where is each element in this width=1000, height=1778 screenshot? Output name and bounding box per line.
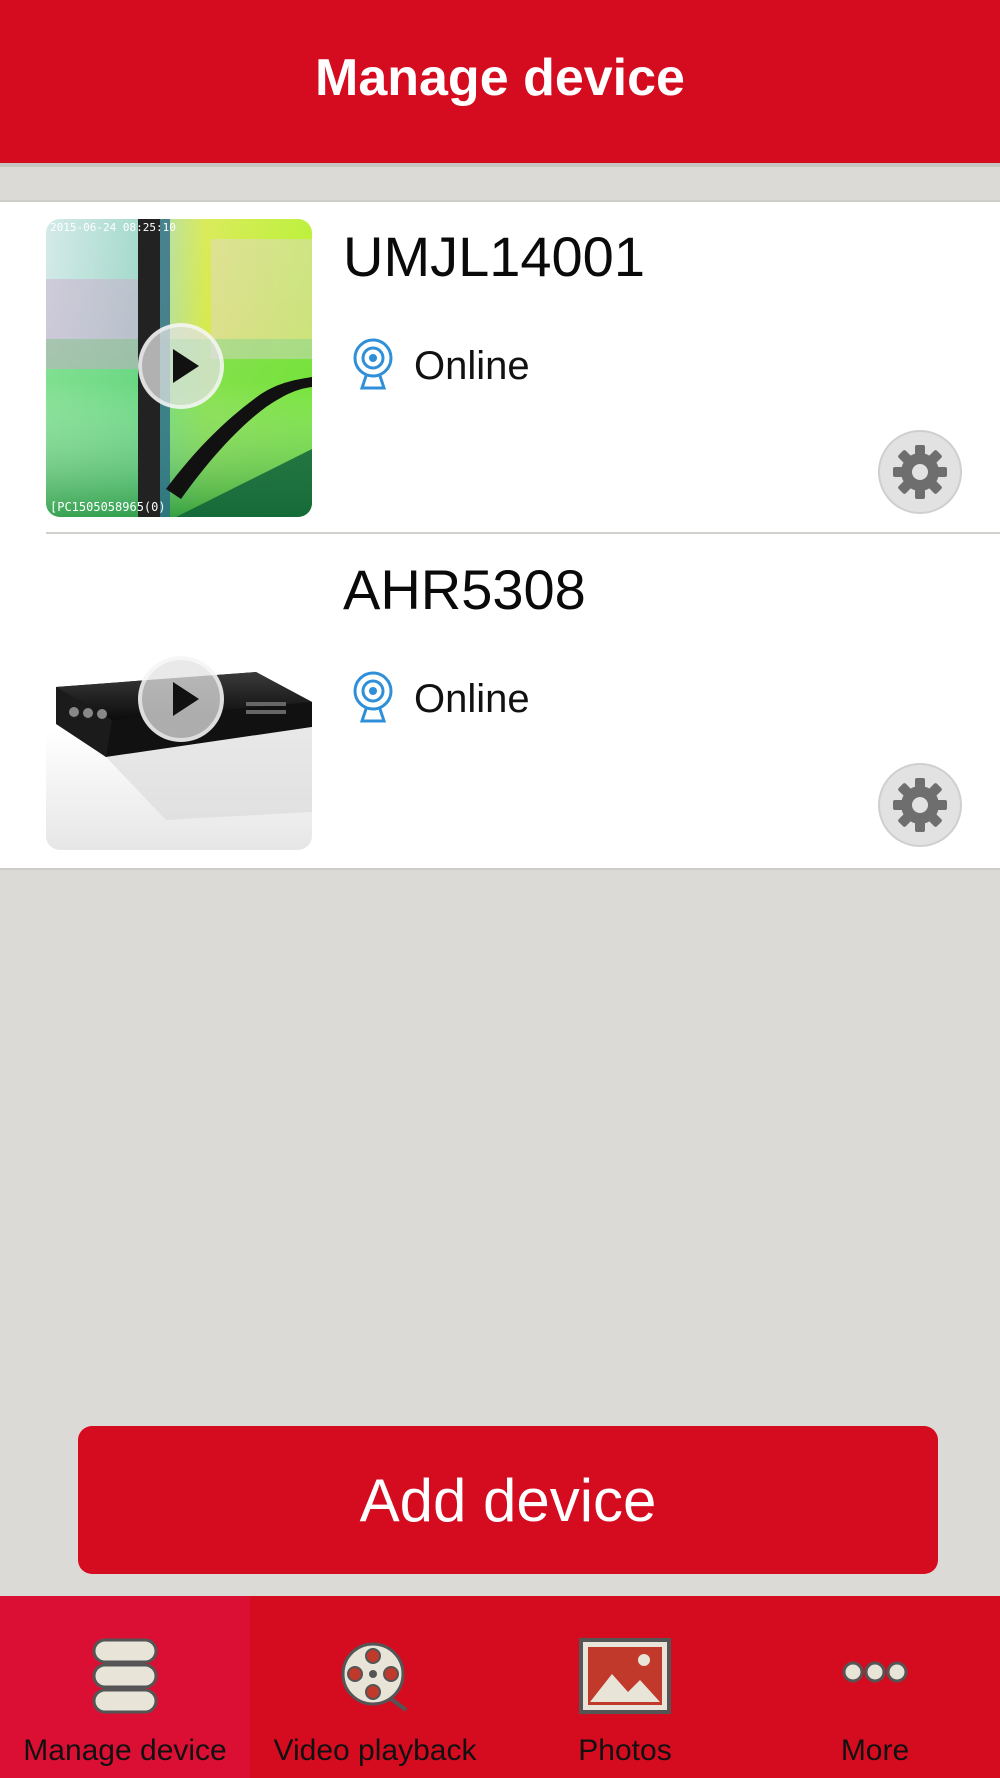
device-row[interactable]: AHR5308 Online [0, 535, 1000, 868]
webcam-icon [353, 338, 393, 390]
webcam-icon [353, 671, 393, 723]
tab-photos[interactable]: Photos [500, 1596, 750, 1778]
device-name: AHR5308 [343, 558, 586, 621]
play-icon[interactable] [138, 656, 224, 742]
film-reel-icon [341, 1642, 408, 1712]
status-label: Online [414, 676, 530, 721]
device-settings-button[interactable] [878, 430, 962, 514]
header-divider [0, 163, 1000, 167]
device-settings-button[interactable] [878, 763, 962, 847]
device-row[interactable]: 2015-06-24 08:25:10 [PC1505058965(0) UMJ… [0, 202, 1000, 535]
device-status: Online [352, 338, 530, 394]
top-bar: Manage device [0, 0, 1000, 163]
device-thumbnail[interactable] [46, 552, 312, 850]
status-label: Online [414, 343, 530, 388]
device-list: 2015-06-24 08:25:10 [PC1505058965(0) UMJ… [0, 200, 1000, 870]
tab-label: Photos [578, 1734, 672, 1767]
tab-manage-device[interactable]: Manage device [0, 1596, 250, 1778]
device-thumbnail[interactable]: 2015-06-24 08:25:10 [PC1505058965(0) [46, 219, 312, 517]
stack-icon [92, 1638, 158, 1714]
tab-label: More [840, 1734, 910, 1767]
row-divider [46, 532, 1000, 534]
more-dots-icon [842, 1661, 908, 1683]
add-device-button[interactable]: Add device [78, 1426, 938, 1574]
page-title: Manage device [315, 48, 685, 107]
picture-icon [579, 1638, 671, 1714]
tab-label: Manage device [23, 1734, 227, 1767]
device-status: Online [352, 671, 530, 727]
thumb-timestamp: 2015-06-24 08:25:10 [50, 221, 176, 234]
thumb-caption: [PC1505058965(0) [50, 500, 166, 514]
play-icon[interactable] [138, 323, 224, 409]
tab-label: Video playback [273, 1734, 477, 1767]
gear-icon [893, 778, 947, 832]
gear-icon [893, 445, 947, 499]
tab-video-playback[interactable]: Video playback [250, 1596, 500, 1778]
device-name: UMJL14001 [343, 225, 645, 288]
bottom-tab-bar: Manage device Video playback Photos More [0, 1596, 1000, 1778]
tab-more[interactable]: More [750, 1596, 1000, 1778]
